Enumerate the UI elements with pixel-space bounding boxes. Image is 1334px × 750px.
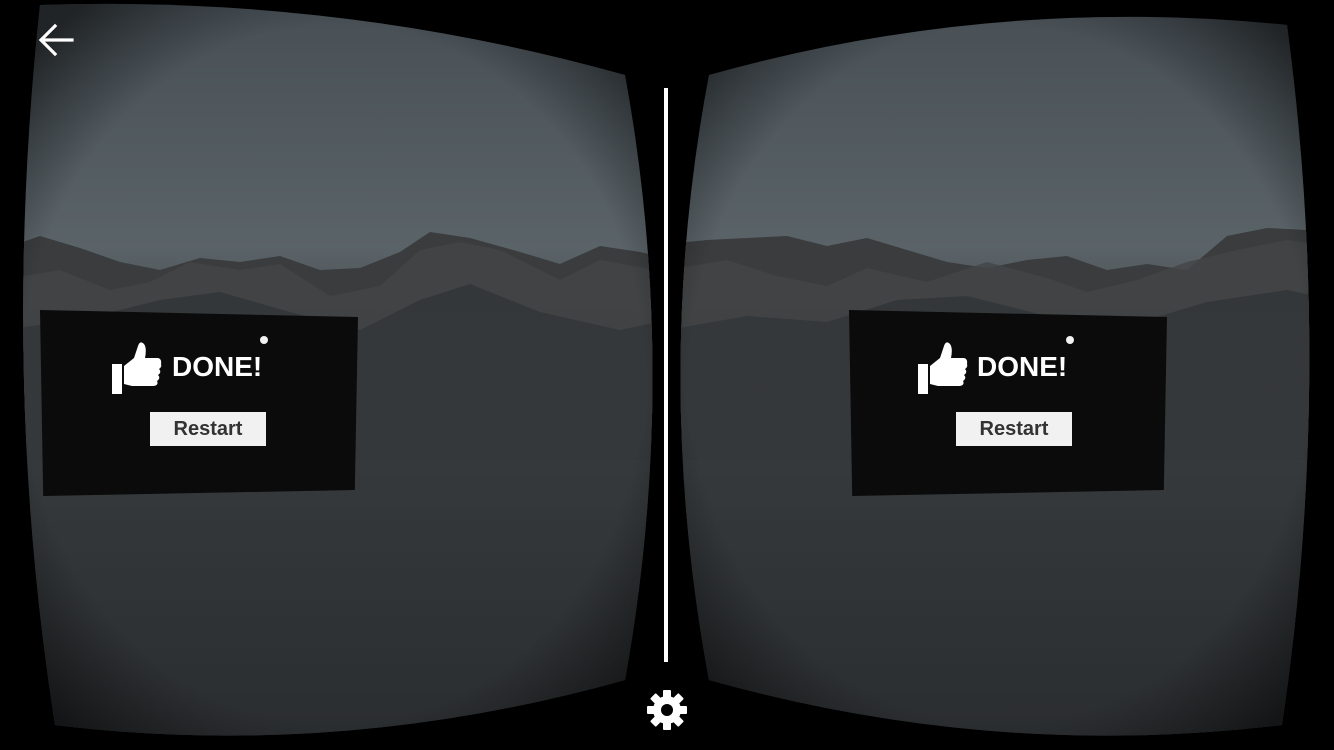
settings-button[interactable] [644, 687, 690, 733]
gaze-reticle [260, 336, 268, 344]
thumbs-up-icon [918, 342, 968, 394]
gear-icon [647, 690, 687, 730]
done-title: DONE! [977, 351, 1068, 382]
vr-viewport: DONE! Restart DONE! Restart [0, 0, 1334, 750]
done-title: DONE! [172, 351, 263, 382]
restart-button[interactable]: Restart [956, 412, 1072, 446]
completion-panel: DONE! Restart [40, 310, 358, 496]
right-eye-view: DONE! Restart [667, 0, 1334, 750]
back-button[interactable] [34, 20, 78, 62]
restart-button[interactable]: Restart [150, 412, 266, 446]
gaze-reticle [1066, 336, 1074, 344]
completion-panel: DONE! Restart [849, 310, 1167, 496]
thumbs-up-icon [112, 342, 162, 394]
arrow-left-icon [38, 23, 74, 57]
stereo-divider [664, 88, 668, 662]
left-eye-view: DONE! Restart [0, 0, 667, 750]
